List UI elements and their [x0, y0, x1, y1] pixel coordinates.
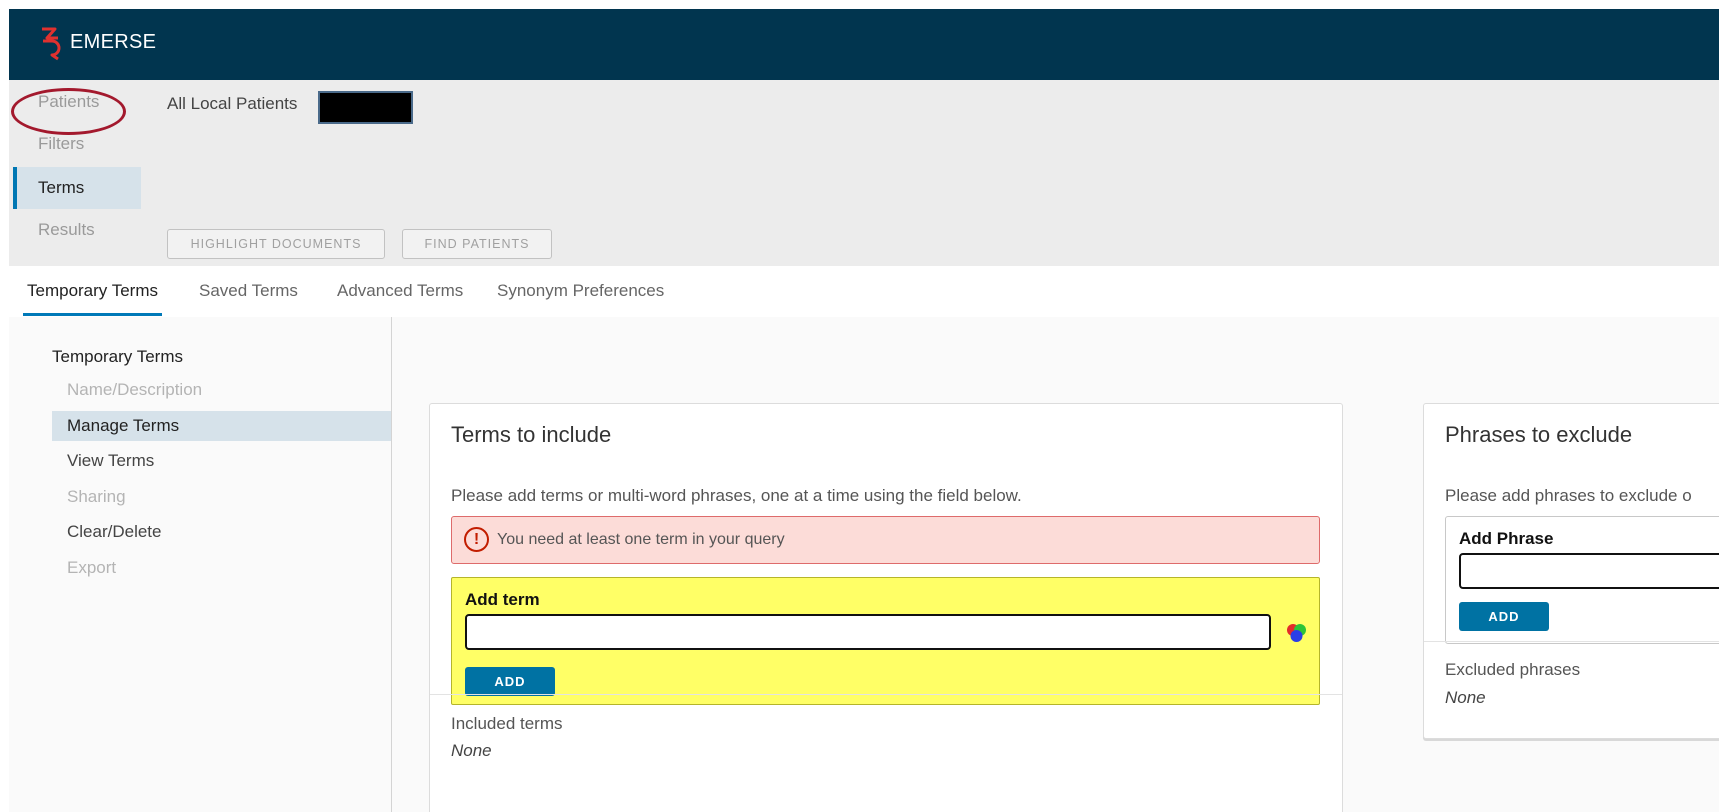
add-phrase-box: Add Phrase ADD [1445, 516, 1719, 644]
sidebar-item-clear-delete[interactable]: Clear/Delete [52, 517, 391, 547]
manage-terms-content: Terms to include Please add terms or mul… [392, 317, 1719, 812]
app-frame: EMERSE Patients Filters Terms Results Al… [9, 9, 1719, 812]
included-terms-value: None [451, 741, 492, 760]
alert-message: You need at least one term in your query [497, 531, 785, 548]
terms-to-include-card: Terms to include Please add terms or mul… [429, 403, 1343, 812]
error-alert: ! You need at least one term in your que… [451, 516, 1320, 564]
phrases-to-exclude-card: Phrases to exclude Please add phrases to… [1423, 403, 1719, 739]
exclude-card-description: Please add phrases to exclude o [1445, 486, 1692, 505]
emerse-logo-icon [42, 27, 61, 61]
color-circles-icon[interactable] [1286, 622, 1308, 644]
add-term-input[interactable] [465, 614, 1271, 650]
include-card-description: Please add terms or multi-word phrases, … [451, 486, 1022, 505]
step-results[interactable]: Results [13, 209, 141, 251]
step-filters[interactable]: Filters [13, 123, 141, 165]
sidebar-item-name-description: Name/Description [67, 380, 203, 399]
highlight-documents-button[interactable]: HIGHLIGHT DOCUMENTS [167, 229, 385, 259]
add-term-box: Add term ADD [451, 577, 1320, 705]
sidebar-title: Temporary Terms [52, 347, 183, 366]
patient-set-label: All Local Patients [167, 94, 298, 113]
find-patients-button[interactable]: FIND PATIENTS [402, 229, 552, 259]
include-card-title: Terms to include [451, 422, 612, 447]
terms-tabbar: Temporary Terms Saved Terms Advanced Ter… [9, 266, 1719, 318]
add-phrase-button[interactable]: ADD [1459, 602, 1549, 631]
excluded-phrases-label: Excluded phrases [1445, 660, 1581, 679]
tab-saved-terms[interactable]: Saved Terms [195, 266, 302, 316]
sidebar-item-manage-terms[interactable]: Manage Terms [52, 411, 391, 441]
add-term-button[interactable]: ADD [465, 667, 555, 696]
sidebar-item-sharing: Sharing [67, 487, 126, 506]
included-terms-label: Included terms [451, 714, 563, 733]
temporary-terms-sidebar: Temporary Terms Name/Description Manage … [9, 317, 392, 812]
add-phrase-label: Add Phrase [1459, 529, 1554, 548]
top-navbar: EMERSE [9, 9, 1719, 80]
exclamation-circle-icon: ! [464, 527, 489, 552]
tab-advanced-terms[interactable]: Advanced Terms [333, 266, 467, 316]
include-divider [430, 694, 1342, 695]
exclude-divider [1424, 641, 1719, 642]
query-wizard: Patients Filters Terms Results All Local… [9, 80, 1719, 266]
exclude-card-title: Phrases to exclude [1445, 422, 1633, 447]
add-term-label: Add term [465, 590, 540, 609]
sidebar-item-view-terms[interactable]: View Terms [52, 446, 391, 476]
step-terms[interactable]: Terms [13, 167, 141, 209]
redacted-patient-count [318, 91, 413, 124]
excluded-phrases-value: None [1445, 688, 1486, 707]
app-brand: EMERSE [70, 31, 157, 53]
sidebar-item-export: Export [67, 558, 117, 577]
tab-temporary-terms[interactable]: Temporary Terms [23, 266, 162, 316]
add-phrase-input[interactable] [1459, 553, 1719, 589]
tab-synonym-preferences[interactable]: Synonym Preferences [493, 266, 668, 316]
